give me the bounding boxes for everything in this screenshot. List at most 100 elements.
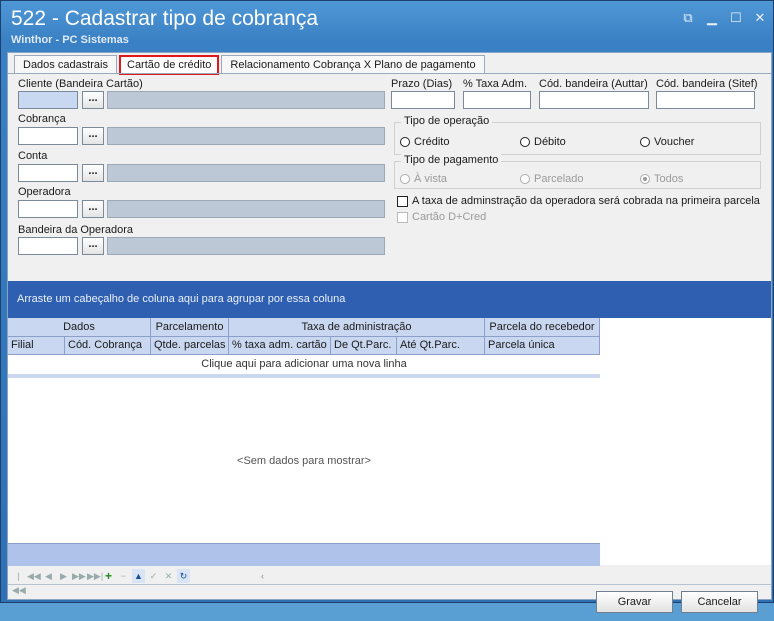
grid-footer (8, 543, 600, 566)
cliente-description-field (107, 91, 385, 109)
tipo-pagamento-title: Tipo de pagamento (401, 154, 502, 166)
main-window: 522 - Cadastrar tipo de cobrança Winthor… (0, 0, 774, 619)
prev-record-icon[interactable]: ◀ (42, 569, 55, 583)
add-record-icon[interactable]: + (102, 569, 115, 583)
radio-circle-icon (640, 137, 650, 147)
column-parcela-unica[interactable]: Parcela única (485, 337, 600, 355)
first-page-icon[interactable]: |◀◀ (12, 569, 26, 595)
radio-credito[interactable]: Crédito (400, 136, 449, 148)
restore-icon[interactable]: ⧉ (681, 11, 695, 25)
tab-bar: Dados cadastrais Cartão de crédito Relac… (14, 55, 487, 75)
radio-a-vista[interactable]: À vista (400, 173, 447, 185)
data-grid: Arraste um cabeçalho de coluna aqui para… (8, 281, 771, 566)
radio-a-vista-label: À vista (414, 173, 448, 185)
conta-label: Conta (18, 150, 48, 162)
column-de-qt-parc[interactable]: De Qt.Parc. (331, 337, 397, 355)
prazo-label: Prazo (Dias) (391, 78, 453, 90)
band-dados[interactable]: Dados (8, 318, 151, 337)
cod-auttar-label: Cód. bandeira (Auttar) (539, 78, 648, 90)
operadora-code-input[interactable] (18, 200, 78, 218)
cartao-dcred-label: Cartão D+Cred (412, 211, 487, 223)
band-parcela-recebedor[interactable]: Parcela do recebedor (485, 318, 600, 337)
title-bar: 522 - Cadastrar tipo de cobrança Winthor… (1, 1, 773, 49)
refresh-icon[interactable]: ↻ (177, 569, 190, 583)
column-qtde-parcelas[interactable]: Qtde. parcelas (151, 337, 229, 355)
taxa-adm-label: % Taxa Adm. (463, 78, 527, 90)
radio-parcelado[interactable]: Parcelado (520, 173, 584, 185)
cliente-search-button[interactable]: ... (82, 91, 104, 109)
bandeira-operadora-label: Bandeira da Operadora (18, 224, 133, 236)
new-row-prompt[interactable]: Clique aqui para adicionar uma nova linh… (8, 355, 600, 378)
cartao-dcred-checkbox[interactable]: Cartão D+Cred (397, 211, 486, 223)
radio-debito[interactable]: Débito (520, 136, 566, 148)
cliente-code-input[interactable] (18, 91, 78, 109)
checkbox-icon (397, 195, 408, 207)
cancel-edit-icon[interactable]: ✕ (162, 569, 175, 583)
column-filial[interactable]: Filial (8, 337, 65, 355)
column-ate-qt-parc[interactable]: Até Qt.Parc. (397, 337, 485, 355)
cod-sitef-input[interactable] (656, 91, 755, 109)
gravar-button[interactable]: Gravar (596, 591, 673, 613)
edit-record-icon[interactable]: ▲ (132, 569, 145, 583)
column-cod-cobranca[interactable]: Cód. Cobrança (65, 337, 151, 355)
prazo-input[interactable] (391, 91, 455, 109)
cliente-label: Cliente (Bandeira Cartão) (18, 78, 143, 90)
conta-code-input[interactable] (18, 164, 78, 182)
scroll-left-icon[interactable]: ‹ (256, 569, 269, 583)
tipo-operacao-title: Tipo de operação (401, 115, 493, 127)
grid-navigator: |◀◀ ◀◀ ◀ ▶ ▶▶ ▶▶| + − ▲ ✓ ✕ ↻ ‹ (12, 568, 269, 595)
cobranca-description-field (107, 127, 385, 145)
radio-voucher[interactable]: Voucher (640, 136, 694, 148)
cobranca-search-button[interactable]: ... (82, 127, 104, 145)
radio-todos[interactable]: Todos (640, 173, 683, 185)
conta-search-button[interactable]: ... (82, 164, 104, 182)
window-subtitle: Winthor - PC Sistemas (11, 34, 129, 46)
radio-todos-label: Todos (654, 173, 684, 185)
cod-auttar-input[interactable] (539, 91, 649, 109)
content-area: Dados cadastrais Cartão de crédito Relac… (7, 52, 772, 619)
next-record-icon[interactable]: ▶ (57, 569, 70, 583)
bandeira-operadora-code-input[interactable] (18, 237, 78, 255)
cartao-credito-panel: Cliente (Bandeira Cartão) ... Cobrança .… (8, 73, 771, 619)
tab-cartao-credito[interactable]: Cartão de crédito (119, 55, 220, 75)
tab-dados-cadastrais[interactable]: Dados cadastrais (14, 55, 117, 73)
checkbox-icon (397, 211, 408, 223)
radio-circle-icon (520, 174, 530, 184)
operadora-search-button[interactable]: ... (82, 200, 104, 218)
radio-parcelado-label: Parcelado (534, 173, 584, 185)
cobranca-code-input[interactable] (18, 127, 78, 145)
cancelar-button[interactable]: Cancelar (681, 591, 758, 613)
last-page-icon[interactable]: ▶▶| (87, 569, 103, 583)
radio-voucher-label: Voucher (654, 136, 695, 148)
tab-relacionamento[interactable]: Relacionamento Cobrança X Plano de pagam… (221, 55, 485, 73)
tipo-operacao-group: Tipo de operação Crédito Débito Voucher (394, 115, 761, 155)
close-icon[interactable]: ✕ (753, 11, 767, 25)
operadora-description-field (107, 200, 385, 218)
bandeira-operadora-description-field (107, 237, 385, 255)
group-by-panel[interactable]: Arraste um cabeçalho de coluna aqui para… (8, 281, 771, 318)
radio-circle-icon (400, 137, 410, 147)
delete-record-icon[interactable]: − (117, 569, 130, 583)
prev-page-icon[interactable]: ◀◀ (27, 569, 41, 583)
cobranca-label: Cobrança (18, 113, 66, 125)
maximize-icon[interactable]: ☐ (729, 11, 743, 25)
resize-grip-icon[interactable]: ⋰ (759, 609, 769, 619)
band-parcelamento[interactable]: Parcelamento (151, 318, 229, 337)
radio-debito-label: Débito (534, 136, 566, 148)
minimize-icon[interactable]: ▁ (705, 11, 719, 25)
conta-description-field (107, 164, 385, 182)
next-page-icon[interactable]: ▶▶ (72, 569, 86, 583)
no-data-message: <Sem dados para mostrar> (237, 455, 371, 467)
window-title: 522 - Cadastrar tipo de cobrança (11, 7, 319, 30)
radio-circle-icon (400, 174, 410, 184)
radio-selected-icon (640, 174, 650, 184)
radio-credito-label: Crédito (414, 136, 450, 148)
band-taxa-administracao[interactable]: Taxa de administração (229, 318, 485, 337)
column-taxa-adm-cartao[interactable]: % taxa adm. cartão (229, 337, 331, 355)
bandeira-operadora-search-button[interactable]: ... (82, 237, 104, 255)
taxa-adm-input[interactable] (463, 91, 531, 109)
cod-sitef-label: Cód. bandeira (Sitef) (656, 78, 758, 90)
post-edit-icon[interactable]: ✓ (147, 569, 160, 583)
taxa-primeira-parcela-checkbox[interactable]: A taxa de adminstração da operadora será… (397, 195, 760, 207)
window-controls: ⧉ ▁ ☐ ✕ (681, 11, 767, 25)
